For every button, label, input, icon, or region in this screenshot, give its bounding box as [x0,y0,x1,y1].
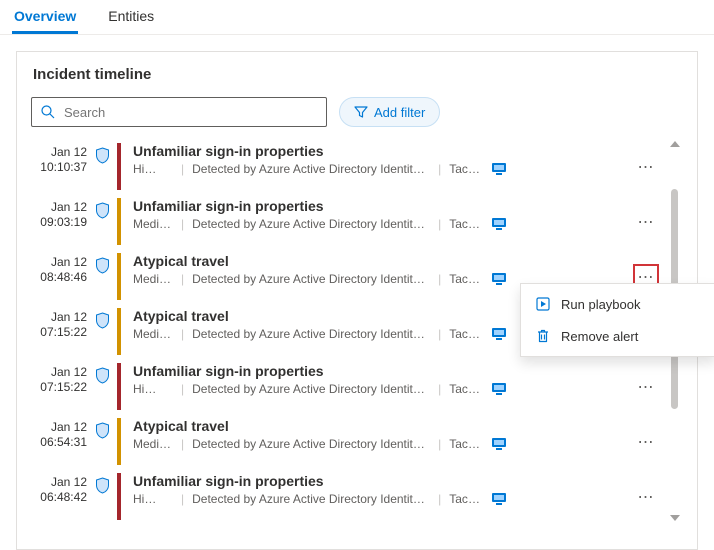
tactics-text: Tacti… [449,382,483,396]
more-actions-button[interactable]: ⋯ [633,484,659,510]
alert-title: Atypical travel [133,418,629,434]
detected-by: Detected by Azure Active Directory Ident… [192,492,430,506]
tab-bar: Overview Entities [0,0,714,35]
severity-text: Medi… [133,437,173,451]
monitor-icon [491,492,507,506]
detected-by: Detected by Azure Active Directory Ident… [192,382,430,396]
menu-run-label: Run playbook [561,297,641,312]
severity-text: Medi… [133,217,173,231]
menu-remove-label: Remove alert [561,329,638,344]
severity-bar [117,253,121,300]
search-box[interactable] [31,97,327,127]
detected-by: Detected by Azure Active Directory Ident… [192,327,430,341]
severity-bar [117,143,121,190]
monitor-icon [491,382,507,396]
timestamp: Jan 1207:15:22 [33,359,87,414]
monitor-icon [491,162,507,176]
playbook-icon [535,296,551,312]
monitor-icon [491,272,507,286]
shield-icon [87,304,117,359]
alert-title: Unfamiliar sign-in properties [133,473,629,489]
row-content: Unfamiliar sign-in propertiesHi…|Detecte… [133,139,629,194]
search-input[interactable] [64,105,318,120]
shield-icon [87,139,117,194]
severity-text: Hi… [133,492,173,506]
alert-title: Atypical travel [133,253,629,269]
timestamp: Jan 1210:10:37 [33,139,87,194]
monitor-icon [491,217,507,231]
alert-title: Unfamiliar sign-in properties [133,198,629,214]
trash-icon [535,328,551,344]
severity-bar [117,363,121,410]
scroll-up-arrow[interactable] [670,141,680,147]
scroll-down-arrow[interactable] [670,515,680,521]
shield-icon [87,194,117,249]
detected-by: Detected by Azure Active Directory Ident… [192,162,430,176]
detected-by: Detected by Azure Active Directory Ident… [192,437,430,451]
monitor-icon [491,437,507,451]
row-content: Unfamiliar sign-in propertiesHi…|Detecte… [133,469,629,524]
add-filter-button[interactable]: Add filter [339,97,440,127]
timeline-row[interactable]: Jan 1206:54:31Atypical travelMedi…|Detec… [27,414,663,469]
timeline-row[interactable]: Jan 1207:15:22 Unfamiliar sign-in propert… [27,359,663,414]
timeline-row[interactable]: Jan 1210:10:37 Unfamiliar sign-in propert… [27,139,663,194]
timestamp: Jan 1206:48:42 [33,469,87,524]
context-menu: Run playbook Remove alert [520,283,714,357]
detected-by: Detected by Azure Active Directory Ident… [192,217,430,231]
timestamp: Jan 1206:54:31 [33,414,87,469]
shield-icon [87,249,117,304]
tab-overview[interactable]: Overview [12,0,78,34]
tactics-text: Tacti… [449,217,483,231]
monitor-icon [491,327,507,341]
row-content: Unfamiliar sign-in propertiesMedi…|Detec… [133,194,629,249]
timestamp: Jan 1208:48:46 [33,249,87,304]
severity-bar [117,198,121,245]
shield-icon [87,414,117,469]
menu-run-playbook[interactable]: Run playbook [521,288,714,320]
tactics-text: Tacti… [449,327,483,341]
menu-remove-alert[interactable]: Remove alert [521,320,714,352]
shield-icon [87,469,117,524]
severity-bar [117,308,121,355]
severity-text: Medi… [133,327,173,341]
more-actions-button[interactable]: ⋯ [633,374,659,400]
tactics-text: Tacti… [449,437,483,451]
row-content: Unfamiliar sign-in propertiesHi…|Detecte… [133,359,629,414]
alert-title: Unfamiliar sign-in properties [133,143,629,159]
severity-bar [117,473,121,520]
severity-text: Medi… [133,272,173,286]
row-content: Atypical travelMedi…|Detected by Azure A… [133,414,629,469]
filter-icon [354,105,368,119]
tactics-text: Tacti… [449,492,483,506]
tactics-text: Tacti… [449,272,483,286]
alert-title: Unfamiliar sign-in properties [133,363,629,379]
timestamp: Jan 1209:03:19 [33,194,87,249]
severity-text: Hi… [133,382,173,396]
shield-icon [87,359,117,414]
more-actions-button[interactable]: ⋯ [633,429,659,455]
tactics-text: Tacti… [449,162,483,176]
severity-bar [117,418,121,465]
detected-by: Detected by Azure Active Directory Ident… [192,272,430,286]
search-icon [40,104,56,120]
panel-title: Incident timeline [27,66,687,83]
more-actions-button[interactable]: ⋯ [633,209,659,235]
timestamp: Jan 1207:15:22 [33,304,87,359]
timeline-row[interactable]: Jan 1206:48:42 Unfamiliar sign-in propert… [27,469,663,524]
more-actions-button[interactable]: ⋯ [633,154,659,180]
severity-text: Hi… [133,162,173,176]
tab-entities[interactable]: Entities [106,0,156,34]
timeline-row[interactable]: Jan 1209:03:19 Unfamiliar sign-in propert… [27,194,663,249]
add-filter-label: Add filter [374,105,425,120]
